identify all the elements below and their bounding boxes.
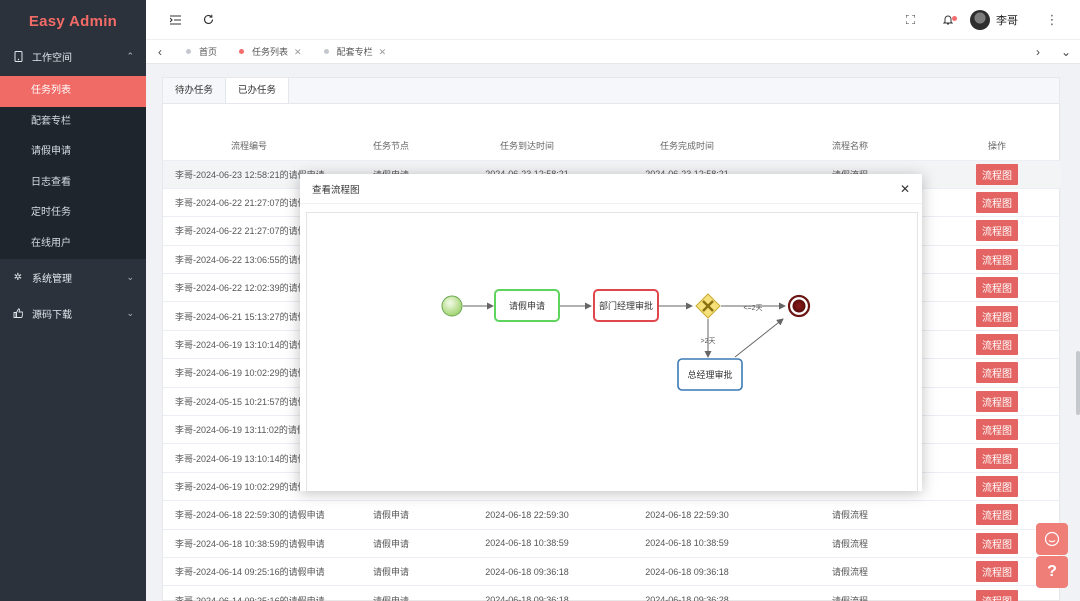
task-apply[interactable]: 请假申请 — [494, 289, 560, 322]
task-gm-approval[interactable]: 总经理审批 — [677, 358, 743, 391]
node-label: 部门经理审批 — [599, 300, 653, 311]
diagram-canvas: 请假申请 部门经理审批 <=2天 >2天 总经理审批 — [306, 212, 918, 491]
modal-title: 查看流程图 — [312, 184, 360, 196]
close-icon[interactable]: ✕ — [900, 182, 910, 196]
node-label: 总经理审批 — [687, 369, 732, 380]
help-button[interactable]: ? — [1036, 556, 1068, 588]
modal-header: 查看流程图 ✕ — [300, 174, 922, 204]
edge-label-short: <=2天 — [743, 304, 762, 312]
node-label: 请假申请 — [509, 300, 545, 311]
edge — [734, 318, 784, 358]
start-event — [441, 295, 463, 317]
process-diagram: 请假申请 部门经理审批 <=2天 >2天 总经理审批 — [441, 289, 811, 391]
edge-label-long: >2天 — [701, 337, 716, 345]
task-dept-approval[interactable]: 部门经理审批 — [593, 289, 659, 322]
end-event — [787, 294, 811, 318]
feedback-button[interactable] — [1036, 523, 1068, 555]
exclusive-gateway — [695, 293, 721, 319]
flowchart-modal: 查看流程图 ✕ 请假申请 部门经理审批 <=2天 >2天 总经理审批 — [300, 174, 922, 491]
smile-icon — [1044, 531, 1060, 547]
